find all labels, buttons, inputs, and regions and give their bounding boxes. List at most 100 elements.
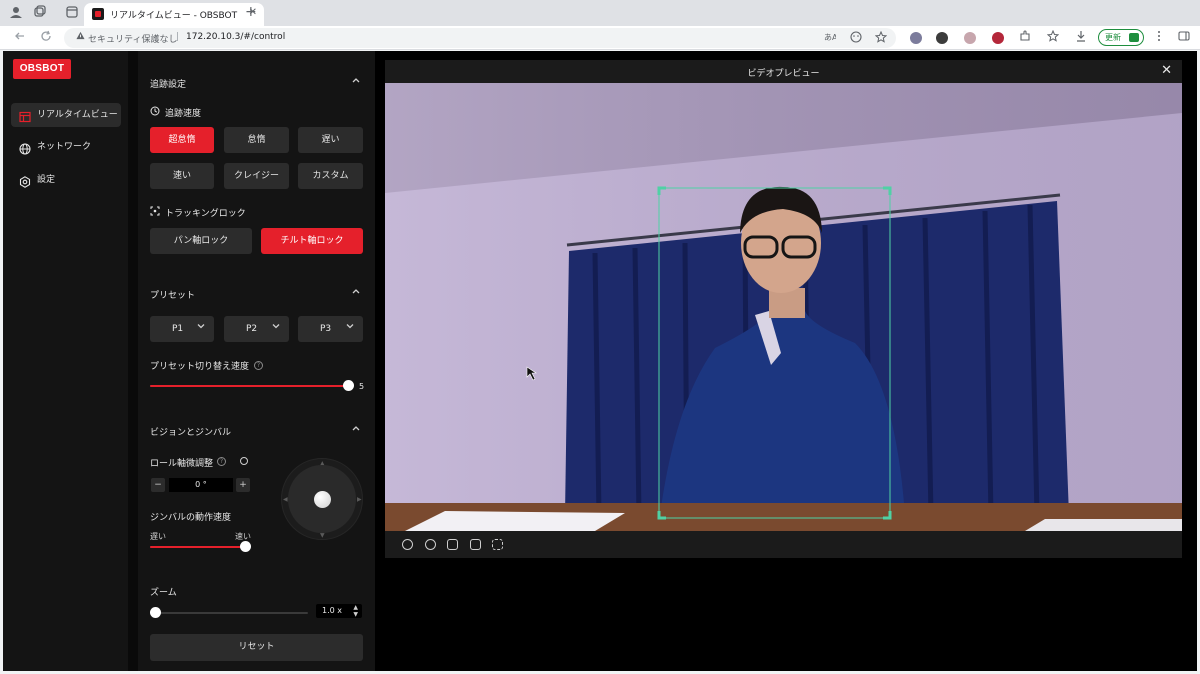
speed-clock-icon [150, 106, 160, 116]
grid-icon[interactable] [470, 539, 481, 550]
preset-section-title: プリセット [150, 291, 196, 301]
speed-button-slow[interactable]: 遅い [298, 127, 363, 153]
gimbal-speed-knob[interactable] [240, 541, 251, 552]
preset-label: P1 [172, 324, 184, 334]
preset-p2-dropdown[interactable]: P2 [224, 316, 289, 342]
zoom-slider[interactable] [155, 612, 308, 614]
gimbal-speed-fill [150, 546, 245, 548]
zoom-spinner-icon[interactable]: ▲ ▼ [353, 604, 358, 618]
sidebar-toggle-icon[interactable] [1178, 30, 1190, 45]
joystick-down-icon: ▼ [320, 532, 325, 539]
chevron-down-icon [271, 316, 281, 342]
roll-increase-button[interactable]: + [236, 478, 250, 492]
roll-decrease-button[interactable]: − [151, 478, 165, 492]
gear-icon [19, 174, 31, 188]
sidebar-item-settings[interactable]: 設定 [11, 168, 121, 192]
reload-icon[interactable] [38, 30, 54, 46]
control-panel: 追跡設定 追跡速度 超怠惰 怠惰 遅い 速い クレイジー カスタム トラッキング… [138, 51, 375, 671]
sidebar-item-label: リアルタイムビュー [37, 110, 118, 120]
paper-right [1025, 519, 1182, 531]
star-icon[interactable] [874, 30, 888, 46]
camera-feed [385, 83, 1182, 531]
preset-speed-knob[interactable] [343, 380, 354, 391]
preset-speed-value: 5 [359, 382, 365, 391]
person-neck [769, 288, 805, 318]
preset-speed-fill [150, 385, 348, 387]
roll-reset-icon[interactable] [240, 457, 248, 465]
download-icon[interactable] [1075, 30, 1087, 45]
rotate-left-icon[interactable] [402, 539, 413, 550]
separator: | [176, 32, 180, 42]
layout-icon [19, 109, 31, 123]
help-icon[interactable]: ? [254, 361, 263, 370]
favorites-icon[interactable] [1046, 29, 1060, 45]
help-icon[interactable]: ? [217, 457, 226, 466]
preset-speed-slider[interactable] [150, 385, 348, 387]
preset-p3-dropdown[interactable]: P3 [298, 316, 363, 342]
close-preview-icon[interactable]: ✕ [1161, 63, 1172, 78]
zoom-value: 1.0 x [322, 606, 342, 615]
rotate-right-icon[interactable] [425, 539, 436, 550]
obsbot-logo: OBSBOT [13, 59, 71, 79]
tracking-lock-icon [150, 206, 160, 216]
tilt-lock-button[interactable]: チルト軸ロック [261, 228, 363, 254]
zoom-knob[interactable] [150, 607, 161, 618]
collapse-tracking-icon[interactable] [351, 75, 361, 88]
svg-text:あA: あA [824, 33, 836, 42]
sidebar-item-label: 設定 [37, 175, 56, 185]
track-frame-icon[interactable] [492, 539, 503, 550]
video-controls [385, 531, 1182, 558]
update-label: 更新 [1105, 33, 1121, 42]
zoom-value-input[interactable]: 1.0 x ▲ ▼ [316, 604, 362, 618]
tab-actions-icon[interactable] [64, 5, 80, 21]
sidebar-item-label: ネットワーク [37, 142, 92, 152]
emoji-icon[interactable] [850, 31, 862, 46]
pan-lock-button[interactable]: パン軸ロック [150, 228, 252, 254]
extension-2-icon[interactable] [936, 32, 948, 44]
tab-obsbot[interactable]: リアルタイムビュー - OBSBOT ✕ [84, 3, 264, 26]
speed-button-custom[interactable]: カスタム [298, 163, 363, 189]
tracking-speed-label: 追跡速度 [150, 106, 201, 119]
speed-button-crazy[interactable]: クレイジー [224, 163, 289, 189]
joystick-handle[interactable] [314, 491, 331, 508]
gimbal-joystick[interactable]: ▲ ▼ ◀ ▶ [281, 458, 363, 540]
extension-3-icon[interactable] [964, 32, 976, 44]
extension-1-icon[interactable] [910, 32, 922, 44]
hdr-icon[interactable] [447, 539, 458, 550]
reset-button[interactable]: リセット [150, 634, 363, 661]
security-status[interactable]: セキュリティ保護なし [88, 32, 177, 45]
tab-title: リアルタイムビュー - OBSBOT [110, 11, 238, 21]
extension-4-icon[interactable] [992, 32, 1004, 44]
profile-icon[interactable] [8, 5, 24, 21]
speed-button-lazy[interactable]: 怠惰 [224, 127, 289, 153]
url-text[interactable]: 172.20.10.3/#/control [186, 32, 285, 42]
speed-button-fast[interactable]: 速い [150, 163, 214, 189]
joystick-left-icon: ◀ [283, 496, 288, 503]
roll-adjust-label: ロール軸微調整 [150, 459, 214, 469]
joystick-pad [288, 465, 356, 533]
new-tab-icon[interactable]: + [245, 4, 257, 20]
collapse-preset-icon[interactable] [351, 286, 361, 299]
sidebar-item-network[interactable]: ネットワーク [11, 135, 121, 159]
puzzle-icon[interactable] [1019, 30, 1031, 45]
browser-toolbar: セキュリティ保護なし | 172.20.10.3/#/control あA 更新 [0, 26, 1200, 50]
translate-icon[interactable]: あA [824, 31, 838, 46]
gimbal-speed-slider[interactable] [150, 546, 245, 548]
collapse-gimbal-icon[interactable] [351, 423, 361, 436]
address-bar[interactable]: セキュリティ保護なし | 172.20.10.3/#/control あA [64, 28, 896, 48]
back-icon[interactable] [12, 30, 28, 46]
globe-icon [19, 141, 31, 155]
workspaces-icon[interactable] [32, 5, 48, 21]
update-button[interactable]: 更新 [1098, 29, 1144, 46]
gimbal-speed-slow-label: 遅い [150, 532, 166, 541]
preset-p1-dropdown[interactable]: P1 [150, 316, 214, 342]
tracking-lock-label: トラッキングロック [150, 206, 246, 219]
tracking-speed-text: 追跡速度 [165, 109, 202, 119]
obsbot-favicon-icon [92, 8, 104, 20]
menu-icon[interactable] [1153, 30, 1165, 45]
roll-value[interactable]: 0 ° [169, 478, 233, 492]
speed-button-super-lazy[interactable]: 超怠惰 [150, 127, 214, 153]
preset-label: P2 [246, 324, 258, 334]
sidebar-item-realtime-view[interactable]: リアルタイムビュー [11, 103, 121, 127]
preset-switch-speed-label: プリセット切り替え速度 [150, 362, 250, 372]
